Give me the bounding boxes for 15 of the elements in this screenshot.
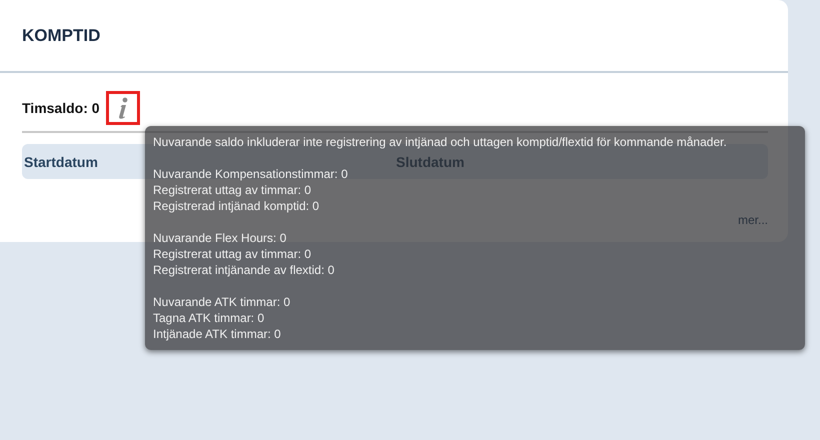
info-button[interactable] (106, 91, 140, 125)
tooltip-text: Registrerad intjänad komptid: 0 (153, 198, 320, 214)
tooltip-text: Tagna ATK timmar: 0 (153, 310, 266, 326)
tooltip-text: Nuvarande ATK timmar: 0 (153, 294, 292, 310)
tooltip-text: Registrerat intjänande av flextid: 0 (153, 262, 336, 278)
tooltip-text: Intjänade ATK timmar: 0 (153, 326, 282, 342)
tooltip-text: Nuvarande Flex Hours: 0 (153, 230, 288, 246)
tooltip-text: Registrerat uttag av timmar: 0 (153, 182, 312, 198)
tooltip-text: Registrerat uttag av timmar: 0 (153, 246, 312, 262)
column-header: Startdatum (24, 154, 99, 170)
tooltip-text: Nuvarande saldo inkluderar inte registrering av intjänad och uttagen komptid/flextid för kommande månader. (153, 134, 728, 150)
balance-label: Timsaldo: 0 (22, 100, 100, 116)
tooltip-text: Nuvarande Kompensationstimmar: 0 (153, 166, 349, 182)
card-title: KOMPTID (22, 26, 100, 46)
info-icon (118, 97, 128, 119)
